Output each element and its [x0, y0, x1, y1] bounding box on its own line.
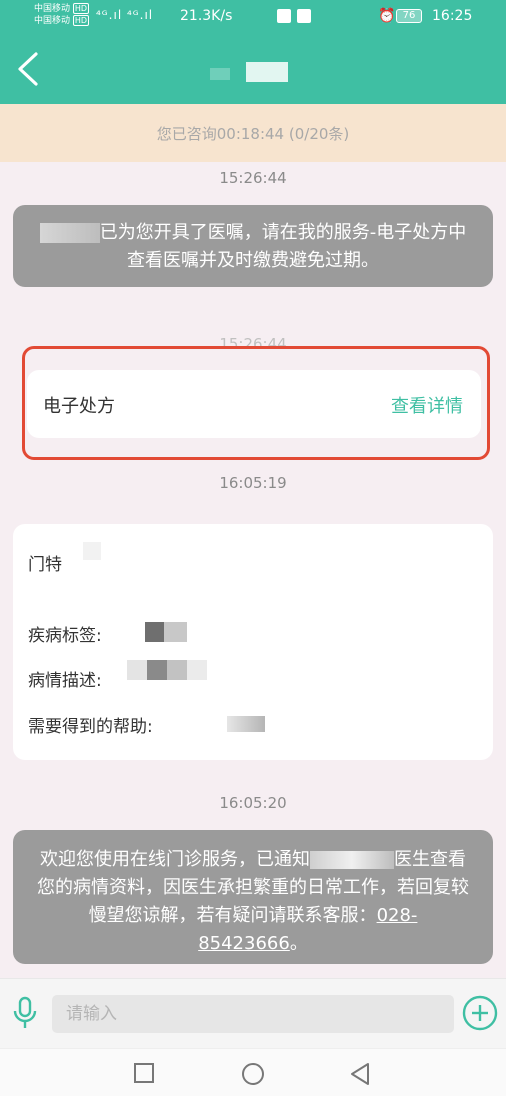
signal-icon: ⁴ᴳ.ıl ⁴ᴳ.ıl [96, 8, 154, 22]
microphone-icon[interactable] [12, 995, 38, 1031]
carrier-info: 中国移动 HD 中国移动 HD [34, 3, 90, 27]
department-label: 门特 [28, 555, 62, 575]
consult-timer-banner: 您已咨询00:18:44 (0/20条) [0, 104, 506, 162]
system-message-welcome: 欢迎您使用在线门诊服务，已通知 医生查看您的病情资料，因医生承担繁重的日常工作，若… [13, 830, 493, 964]
message-timestamp: 16:05:19 [219, 474, 287, 492]
message-text: 已为您开具了医嘱，请在我的服务-电子处方中查看医嘱并及时缴费避免过期。 [99, 222, 467, 271]
system-message-prescription: 已为您开具了医嘱，请在我的服务-电子处方中查看医嘱并及时缴费避免过期。 [13, 205, 493, 287]
notification-app-icon [297, 9, 311, 23]
notification-icons [277, 9, 311, 23]
message-input[interactable] [52, 995, 454, 1033]
redacted-text [145, 622, 187, 642]
battery-icon: 76 [396, 9, 422, 23]
system-nav-bar [0, 1048, 506, 1096]
view-details-link[interactable]: 查看详情 [391, 392, 463, 418]
recent-apps-icon[interactable] [132, 1061, 156, 1085]
doctor-name-redacted [210, 62, 288, 84]
message-text: 。 [289, 933, 308, 954]
help-needed-label: 需要得到的帮助: [28, 717, 153, 737]
status-time: 16:25 [432, 8, 473, 24]
redacted-text [127, 660, 207, 680]
chat-input-bar [0, 978, 506, 1048]
notification-app-icon [277, 9, 291, 23]
consultation-info-card: 门特 疾病标签: 病情描述: 需要得到的帮助: [13, 524, 493, 760]
hd-badge-1: HD [72, 3, 90, 14]
carrier-1: 中国移动 [34, 4, 71, 14]
back-nav-icon[interactable] [348, 1061, 372, 1087]
message-timestamp: 16:05:20 [219, 794, 287, 812]
prescription-card[interactable]: 电子处方 查看详情 [27, 370, 481, 438]
plus-icon[interactable] [462, 995, 498, 1031]
disease-tag-label: 疾病标签: [28, 626, 102, 646]
message-timestamp: 15:26:44 [219, 169, 287, 187]
status-bar: 中国移动 HD 中国移动 HD ⁴ᴳ.ıl ⁴ᴳ.ıl 21.3K/s ⏰ 76… [0, 0, 506, 34]
condition-description-label: 病情描述: [28, 671, 102, 691]
net-speed: 21.3K/s [180, 8, 233, 24]
chat-header [0, 34, 506, 104]
prescription-title: 电子处方 [43, 396, 115, 417]
redacted-name [310, 851, 394, 869]
chevron-left-icon[interactable] [14, 50, 44, 88]
redacted-text [227, 716, 265, 732]
redacted-text [83, 542, 101, 560]
message-text: 欢迎您使用在线门诊服务，已通知 [40, 849, 310, 870]
alarm-icon: ⏰ [378, 8, 396, 24]
hd-badge-2: HD [72, 15, 90, 26]
redacted-name [39, 223, 100, 243]
home-icon[interactable] [240, 1061, 266, 1087]
carrier-2: 中国移动 [34, 16, 71, 26]
